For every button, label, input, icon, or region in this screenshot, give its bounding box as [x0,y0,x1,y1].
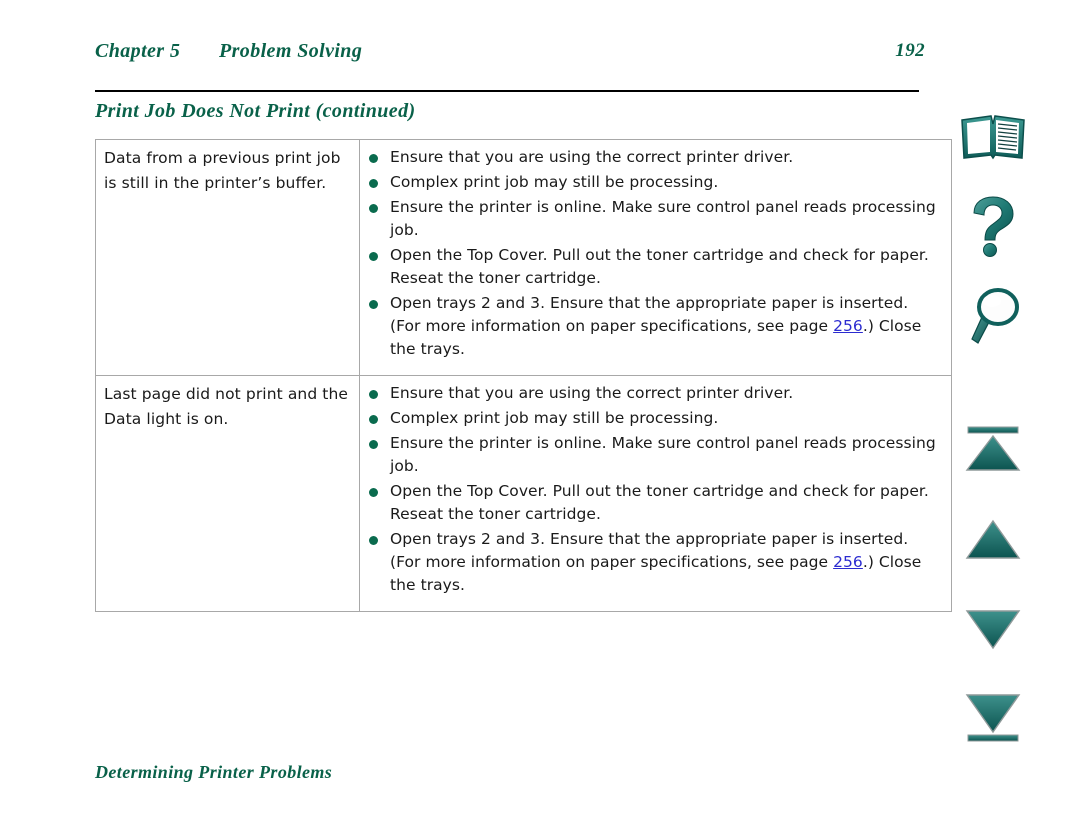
search-button[interactable] [945,287,1041,349]
last-page-icon [965,694,1021,742]
solution-text: Ensure the printer is online. Make sure … [390,198,936,239]
header-divider-rule [95,90,919,92]
solution-text: Ensure that you are using the correct pr… [390,384,794,402]
list-item: Ensure the printer is online. Make sure … [366,196,943,242]
next-page-button[interactable] [945,607,1041,651]
solution-text: Complex print job may still be processin… [390,173,719,191]
cause-cell: Data from a previous print job is still … [95,139,360,376]
bullet-dot-icon [369,536,378,545]
list-item: Open trays 2 and 3. Ensure that the appr… [366,292,943,361]
chapter-title: Problem Solving [219,40,363,62]
page-reference-link[interactable]: 256 [833,317,863,335]
cause-text: Data from a previous print job is still … [104,149,341,192]
list-item: Open the Top Cover. Pull out the toner c… [366,480,943,526]
help-button[interactable] [945,196,1041,258]
bullet-dot-icon [369,179,378,188]
page-reference-link[interactable]: 256 [833,553,863,571]
navigation-rail [945,110,1045,790]
bullet-dot-icon [369,440,378,449]
solution-list: Ensure that you are using the correct pr… [366,146,943,361]
first-page-icon [965,426,1021,471]
troubleshooting-table: Data from a previous print job is still … [95,139,952,612]
first-page-button[interactable] [945,425,1041,475]
bullet-dot-icon [369,488,378,497]
list-item: Open trays 2 and 3. Ensure that the appr… [366,528,943,597]
previous-page-icon [965,519,1021,559]
table-row: Last page did not print and the Data lig… [95,375,952,612]
footer-title: Determining Printer Problems [95,762,333,782]
section-title: Print Job Does Not Print (continued) [95,100,416,122]
list-item: Ensure the printer is online. Make sure … [366,432,943,478]
table-row: Data from a previous print job is still … [95,139,952,376]
solution-text: Complex print job may still be processin… [390,409,719,427]
cause-text: Last page did not print and the Data lig… [104,385,349,428]
next-page-icon [965,610,1021,650]
solution-text: Open the Top Cover. Pull out the toner c… [390,246,929,287]
last-page-button[interactable] [945,693,1041,745]
list-item: Ensure that you are using the correct pr… [366,146,943,169]
bullet-dot-icon [369,415,378,424]
bullet-dot-icon [369,252,378,261]
solution-text: Open trays 2 and 3. Ensure that the appr… [390,530,909,571]
bullet-dot-icon [369,204,378,213]
list-item: Complex print job may still be processin… [366,407,943,430]
list-item: Open the Top Cover. Pull out the toner c… [366,244,943,290]
bullet-dot-icon [369,300,378,309]
bullet-dot-icon [369,390,378,399]
previous-page-button[interactable] [945,518,1041,562]
solution-text: Open trays 2 and 3. Ensure that the appr… [390,294,909,335]
solution-text: Ensure that you are using the correct pr… [390,148,794,166]
contents-button[interactable] [945,114,1041,164]
bullet-dot-icon [369,154,378,163]
solution-cell: Ensure that you are using the correct pr… [359,375,952,612]
solution-cell: Ensure that you are using the correct pr… [359,139,952,376]
list-item: Ensure that you are using the correct pr… [366,382,943,405]
open-book-icon [961,115,1025,160]
list-item: Complex print job may still be processin… [366,171,943,194]
question-mark-icon [973,196,1014,257]
cause-cell: Last page did not print and the Data lig… [95,375,360,612]
solution-text: Open the Top Cover. Pull out the toner c… [390,482,929,523]
chapter-label: Chapter 5 [95,40,181,62]
magnifying-glass-icon [971,288,1019,344]
solution-list: Ensure that you are using the correct pr… [366,382,943,597]
document-page: Chapter 5 Problem Solving 192 Print Job … [0,0,1080,834]
solution-text: Ensure the printer is online. Make sure … [390,434,936,475]
page-number: 192 [895,40,925,61]
page-header: Chapter 5 Problem Solving 192 [95,40,925,72]
table-body: Data from a previous print job is still … [95,139,952,612]
